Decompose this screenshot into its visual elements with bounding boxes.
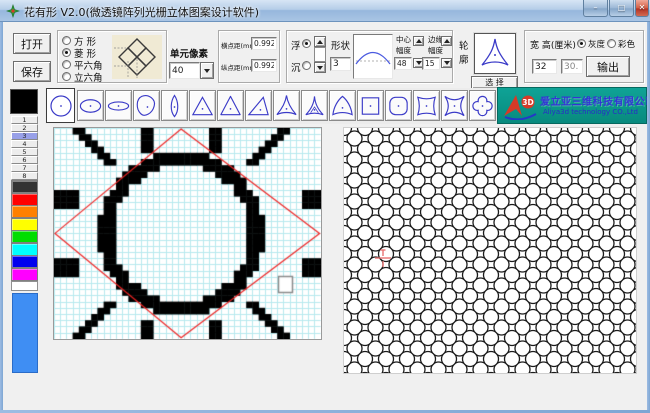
edge-amp-up[interactable]: [441, 36, 452, 46]
preview-cursor-marker: [374, 248, 392, 268]
arrow-up-icon: [444, 39, 450, 43]
radio-sink[interactable]: [302, 61, 311, 70]
radio-grayscale[interactable]: [577, 39, 586, 48]
shape-rounded-square-button[interactable]: [385, 90, 412, 121]
unit-pixel-input[interactable]: [169, 62, 200, 79]
output-button[interactable]: 输出: [586, 56, 630, 77]
window-border-left: [0, 22, 3, 413]
sidebar-slider[interactable]: [12, 293, 38, 373]
white-color-swatch[interactable]: [11, 281, 38, 291]
radio-std-hex-label: 立六角: [74, 70, 103, 84]
shape-teardrop-button[interactable]: [133, 90, 160, 121]
center-amp-label: 中心幅度: [396, 35, 412, 56]
profile-curve-preview: [353, 34, 393, 79]
close-button[interactable]: ✕: [635, 0, 649, 17]
company-name-english: Aliya3d technology CO.,Ltd: [543, 108, 638, 116]
palette-swatch[interactable]: [11, 268, 38, 281]
shape-ellipse-button[interactable]: [77, 90, 104, 121]
center-amp-up[interactable]: [413, 36, 424, 46]
minimize-button[interactable]: –: [583, 0, 608, 17]
title-bar[interactable]: 花有形 V2.0(微透镜阵列光栅立体图案设计软件) – □ ✕: [0, 0, 650, 22]
relief-spinner-up[interactable]: [314, 36, 326, 47]
current-color-swatch[interactable]: [10, 89, 38, 114]
grayscale-label: 灰度: [588, 38, 605, 50]
shape-circle-button[interactable]: [46, 88, 75, 123]
save-button[interactable]: 保存: [13, 61, 51, 82]
shape-square-button[interactable]: [357, 90, 384, 121]
shape-tri-star-2-button[interactable]: [301, 90, 328, 121]
arrow-up-icon: [416, 39, 422, 43]
chevron-down-icon: [204, 69, 210, 73]
shape-count-input[interactable]: [330, 57, 351, 71]
company-logo-panel: 3D 爱立亚三维科技有限公司 Aliya3d technology CO.,Lt…: [497, 87, 647, 124]
edge-amp-input[interactable]: [422, 57, 440, 70]
outline-shape-preview: [474, 33, 516, 74]
layer-item[interactable]: 6: [11, 156, 38, 164]
palette-swatch[interactable]: [11, 243, 38, 256]
radio-color[interactable]: [607, 39, 616, 48]
app-icon: [6, 4, 20, 18]
shape-quatrefoil-button[interactable]: [469, 90, 496, 121]
pixel-editor-canvas[interactable]: [53, 127, 322, 340]
radio-square[interactable]: [62, 36, 71, 45]
palette-swatch[interactable]: [11, 180, 38, 193]
shape-flat-ellipse-button[interactable]: [105, 90, 132, 121]
layer-item[interactable]: 1: [11, 116, 38, 124]
shape-leaf-button[interactable]: [161, 90, 188, 121]
arrow-down-icon: [317, 66, 323, 70]
shape-tri-star-button[interactable]: [273, 90, 300, 121]
shape-dome-triangle-button[interactable]: [329, 90, 356, 121]
shape-skew-triangle-button[interactable]: [245, 90, 272, 121]
palette-swatch[interactable]: [11, 218, 38, 231]
palette-swatch[interactable]: [11, 193, 38, 206]
radio-diamond[interactable]: [62, 48, 71, 57]
arrow-down-icon: [416, 61, 422, 65]
window-title: 花有形 V2.0(微透镜阵列光栅立体图案设计软件): [24, 4, 259, 20]
palette-swatch[interactable]: [11, 230, 38, 243]
palette-swatch[interactable]: [11, 255, 38, 268]
company-logo-icon: 3D: [501, 92, 539, 120]
radio-std-hex[interactable]: [62, 72, 71, 81]
unit-pixel-label: 单元像素: [170, 46, 208, 60]
float-label: 浮: [291, 38, 301, 52]
export-width-input[interactable]: [532, 59, 557, 74]
svg-text:3D: 3D: [522, 98, 533, 107]
open-button[interactable]: 打开: [13, 33, 51, 54]
color-label: 彩色: [618, 38, 635, 50]
relief-spinner-track[interactable]: [314, 47, 326, 62]
shape-pillow-square-button[interactable]: [413, 90, 440, 121]
h-pitch-input[interactable]: [251, 37, 277, 50]
shape-count-label: 形状: [331, 38, 350, 52]
radio-float[interactable]: [302, 39, 311, 48]
arrangement-preview-icon: [112, 35, 162, 79]
shape-triangle-button[interactable]: [189, 90, 216, 121]
relief-spinner-down[interactable]: [314, 62, 326, 73]
edge-amp-down[interactable]: [441, 58, 452, 68]
layer-item[interactable]: 3: [11, 132, 38, 140]
unit-pixel-dropdown-button[interactable]: [200, 62, 214, 79]
center-amp-input[interactable]: [394, 57, 412, 70]
shape-concave-square-button[interactable]: [441, 90, 468, 121]
application-window: 花有形 V2.0(微透镜阵列光栅立体图案设计软件) – □ ✕ 打开 保存 方 …: [0, 0, 650, 413]
layer-item[interactable]: 4: [11, 140, 38, 148]
arrow-down-icon: [444, 61, 450, 65]
sink-label: 沉: [291, 60, 301, 74]
shape-triangle-2-button[interactable]: [217, 90, 244, 121]
layer-item[interactable]: 2: [11, 124, 38, 132]
palette-swatch[interactable]: [11, 205, 38, 218]
arrow-up-icon: [317, 40, 323, 44]
company-name: 爱立亚三维科技有限公司: [540, 93, 650, 108]
layer-item[interactable]: 8: [11, 172, 38, 180]
export-size-label: 宽 高(厘米): [530, 38, 576, 51]
v-pitch-input[interactable]: [251, 59, 277, 72]
layer-item[interactable]: 5: [11, 148, 38, 156]
export-height-input[interactable]: [561, 59, 583, 74]
radio-flat-hex[interactable]: [62, 60, 71, 69]
outline-label: 轮廓: [459, 40, 471, 69]
maximize-button[interactable]: □: [609, 0, 634, 17]
layer-item[interactable]: 7: [11, 164, 38, 172]
